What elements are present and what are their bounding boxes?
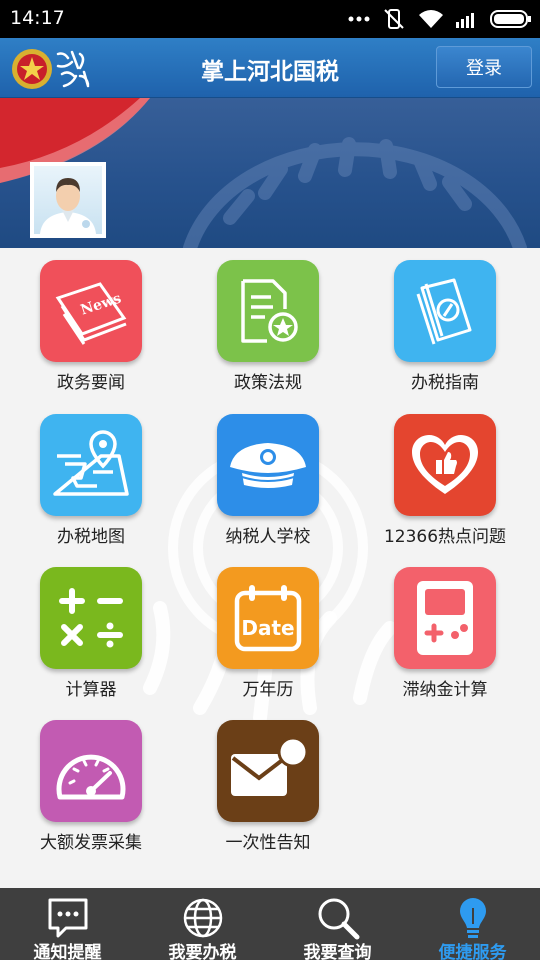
globe-icon (183, 898, 222, 938)
app-header: 掌上河北国税 登录 (0, 38, 540, 98)
status-bar: 14:17 (0, 0, 540, 38)
signal-icon (456, 13, 474, 28)
gameboy-icon (417, 581, 473, 655)
menu-label: 纳税人学校 (225, 527, 311, 547)
menu-label: 办税指南 (411, 373, 479, 393)
menu-label: 滞纳金计算 (402, 680, 488, 700)
calendar-date-text: Date (241, 616, 294, 640)
menu-item-one-time-notice[interactable]: 一次性告知 (179, 708, 357, 860)
svg-text:News: News (79, 290, 124, 318)
gauge-icon (56, 754, 126, 800)
menu-label: 政务要闻 (57, 373, 125, 393)
menu-label: 计算器 (65, 680, 117, 700)
tab-handle-tax[interactable]: 我要办税 (135, 888, 270, 960)
menu-item-tax-map[interactable]: 办税地图 (2, 402, 180, 554)
tab-notifications[interactable]: 通知提醒 (0, 888, 135, 960)
status-time: 14:17 (10, 7, 65, 29)
menu-label: 一次性告知 (225, 833, 311, 853)
tab-label: 我要查询 (303, 943, 372, 960)
menu-item-gov-news[interactable]: News 政务要闻 (2, 248, 180, 400)
menu-label: 12366热点问题 (383, 527, 507, 547)
envelope-notice-icon (231, 736, 309, 796)
menu-item-large-invoice[interactable]: 大额发票采集 (2, 708, 180, 860)
menu-item-tax-guide[interactable]: 办税指南 (356, 248, 534, 400)
guide-book-icon (416, 278, 472, 345)
news-icon: News (55, 282, 127, 345)
menu-item-calendar[interactable]: Date 万年历 (179, 555, 357, 707)
menu-item-taxpayer-school[interactable]: 纳税人学校 (179, 402, 357, 554)
login-button[interactable]: 登录 (436, 46, 532, 88)
menu-item-calculator[interactable]: 计算器 (2, 555, 180, 707)
menu-label: 大额发票采集 (40, 833, 142, 853)
profile-banner (0, 98, 540, 248)
magnifier-icon (318, 898, 359, 940)
menu-label: 万年历 (242, 680, 294, 700)
service-grid: News 政务要闻 政策法规 办税指南 办税地图 纳税人学校 12366热点问题… (0, 248, 540, 888)
message-icon (48, 898, 87, 938)
tab-convenient-services[interactable]: 便捷服务 (405, 888, 540, 960)
bottom-navigation: 通知提醒 我要办税 我要查询 便捷服务 (0, 888, 540, 960)
menu-item-12366-hot-issues[interactable]: 12366热点问题 (356, 402, 534, 554)
lightbulb-icon (459, 898, 486, 938)
school-cap-icon (230, 443, 306, 488)
menu-label: 政策法规 (234, 373, 302, 393)
menu-item-late-fee[interactable]: 滞纳金计算 (356, 555, 534, 707)
avatar-placeholder-icon (40, 178, 96, 234)
heart-thumbs-up-icon (412, 435, 478, 494)
more-dots-icon (348, 16, 370, 22)
user-avatar[interactable] (30, 162, 106, 238)
menu-label: 办税地图 (57, 527, 125, 547)
tab-label: 便捷服务 (438, 943, 507, 960)
tab-query[interactable]: 我要查询 (270, 888, 405, 960)
policy-document-icon (241, 279, 298, 343)
battery-icon (490, 10, 531, 28)
news-tile: News (40, 260, 142, 362)
menu-item-policy[interactable]: 政策法规 (179, 248, 357, 400)
calculator-icon (59, 588, 123, 648)
wifi-icon (419, 10, 443, 28)
map-icon (53, 430, 129, 496)
vibrate-mute-icon (384, 9, 404, 29)
calendar-date-icon: Date (234, 585, 302, 652)
tab-label: 通知提醒 (33, 943, 102, 960)
tab-label: 我要办税 (168, 943, 237, 960)
